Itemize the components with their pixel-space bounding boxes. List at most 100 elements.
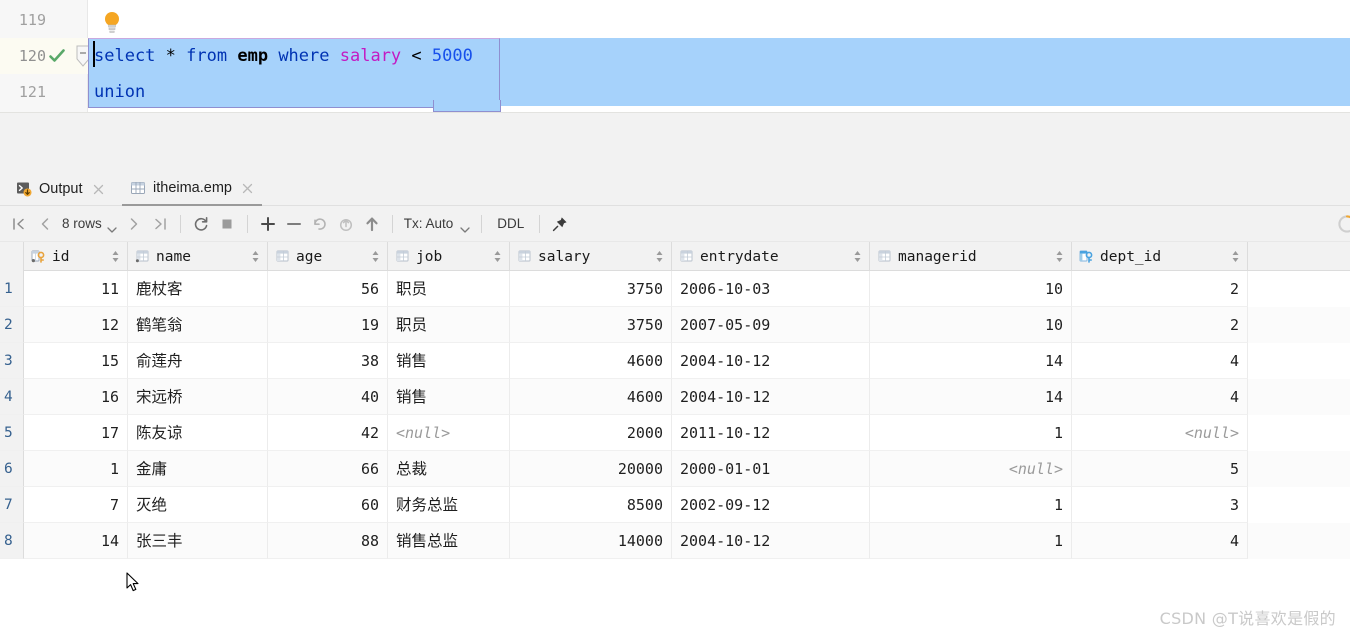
cell-age[interactable]: 56 (268, 271, 388, 307)
cell-name[interactable]: 金庸 (128, 451, 268, 487)
cell-managerid[interactable]: 10 (870, 271, 1072, 307)
cell-id[interactable]: 15 (24, 343, 128, 379)
cell-salary[interactable]: 3750 (510, 271, 672, 307)
grid-header-id[interactable]: id (24, 242, 128, 271)
table-row[interactable]: 1 11 鹿杖客 56 职员 3750 2006-10-03 10 2 (0, 271, 1350, 307)
grid-header-job[interactable]: job (388, 242, 510, 271)
cell-id[interactable]: 12 (24, 307, 128, 343)
cell-dept_id[interactable]: 5 (1072, 451, 1248, 487)
cell-managerid[interactable]: 14 (870, 343, 1072, 379)
sort-toggle-icon[interactable] (251, 250, 260, 263)
go-to-last-page-icon[interactable] (147, 211, 173, 237)
tab-itheima-emp[interactable]: itheima.emp (122, 172, 262, 206)
cell-age[interactable]: 60 (268, 487, 388, 523)
grid-header-salary[interactable]: salary (510, 242, 672, 271)
reload-icon[interactable] (188, 211, 214, 237)
tab-output[interactable]: Output (8, 172, 113, 206)
cell-job[interactable]: 销售 (388, 379, 510, 415)
cell-salary[interactable]: 14000 (510, 523, 672, 559)
cell-salary[interactable]: 2000 (510, 415, 672, 451)
cell-entrydate[interactable]: 2007-05-09 (672, 307, 870, 343)
sort-toggle-icon[interactable] (655, 250, 664, 263)
cell-managerid[interactable]: 10 (870, 307, 1072, 343)
lightbulb-icon[interactable] (102, 10, 122, 34)
sort-toggle-icon[interactable] (371, 250, 380, 263)
cell-entrydate[interactable]: 2011-10-12 (672, 415, 870, 451)
cell-entrydate[interactable]: 2004-10-12 (672, 523, 870, 559)
cell-name[interactable]: 灭绝 (128, 487, 268, 523)
grid-header-age[interactable]: age (268, 242, 388, 271)
cell-age[interactable]: 19 (268, 307, 388, 343)
cell-salary[interactable]: 4600 (510, 379, 672, 415)
cell-job[interactable]: 销售总监 (388, 523, 510, 559)
cell-dept_id[interactable]: 4 (1072, 523, 1248, 559)
cell-id[interactable]: 17 (24, 415, 128, 451)
table-row[interactable]: 4 16 宋远桥 40 销售 4600 2004-10-12 14 4 (0, 379, 1350, 415)
cell-age[interactable]: 38 (268, 343, 388, 379)
table-row[interactable]: 3 15 俞莲舟 38 销售 4600 2004-10-12 14 4 (0, 343, 1350, 379)
grid-header-entrydate[interactable]: entrydate (672, 242, 870, 271)
sort-toggle-icon[interactable] (853, 250, 862, 263)
cell-job[interactable]: 职员 (388, 307, 510, 343)
cell-id[interactable]: 16 (24, 379, 128, 415)
delete-row-icon[interactable] (281, 211, 307, 237)
cell-entrydate[interactable]: 2002-09-12 (672, 487, 870, 523)
row-count-selector[interactable]: 8 rows (58, 216, 121, 233)
transaction-mode-selector[interactable]: Tx: Auto (400, 216, 475, 233)
cell-dept_id[interactable]: 4 (1072, 379, 1248, 415)
cell-salary[interactable]: 8500 (510, 487, 672, 523)
submit-icon[interactable] (359, 211, 385, 237)
cell-name[interactable]: 鹿杖客 (128, 271, 268, 307)
cell-id[interactable]: 11 (24, 271, 128, 307)
go-to-first-page-icon[interactable] (6, 211, 32, 237)
code-line-121[interactable]: union (94, 74, 145, 110)
close-icon[interactable] (241, 182, 254, 195)
add-row-icon[interactable] (255, 211, 281, 237)
cell-job[interactable]: <null> (388, 415, 510, 451)
cell-name[interactable]: 宋远桥 (128, 379, 268, 415)
cell-entrydate[interactable]: 2004-10-12 (672, 343, 870, 379)
table-row[interactable]: 6 1 金庸 66 总裁 20000 2000-01-01 <null> 5 (0, 451, 1350, 487)
table-row[interactable]: 8 14 张三丰 88 销售总监 14000 2004-10-12 1 4 (0, 523, 1350, 559)
stop-icon[interactable] (214, 211, 240, 237)
cell-managerid[interactable]: 1 (870, 523, 1072, 559)
editor-code-area[interactable]: select * from emp where salary < 5000 un… (88, 0, 1350, 112)
cell-dept_id[interactable]: 4 (1072, 343, 1248, 379)
code-line-120[interactable]: select * from emp where salary < 5000 (94, 38, 473, 74)
cell-entrydate[interactable]: 2006-10-03 (672, 271, 870, 307)
sort-toggle-icon[interactable] (493, 250, 502, 263)
table-row[interactable]: 7 7 灭绝 60 财务总监 8500 2002-09-12 1 3 (0, 487, 1350, 523)
grid-header-dept-id[interactable]: dept_id (1072, 242, 1248, 271)
cell-dept_id[interactable]: 2 (1072, 307, 1248, 343)
sort-toggle-icon[interactable] (111, 250, 120, 263)
cell-age[interactable]: 88 (268, 523, 388, 559)
grid-header-name[interactable]: name (128, 242, 268, 271)
table-row[interactable]: 2 12 鹤笔翁 19 职员 3750 2007-05-09 10 2 (0, 307, 1350, 343)
sort-toggle-icon[interactable] (1055, 250, 1064, 263)
cell-salary[interactable]: 20000 (510, 451, 672, 487)
cell-age[interactable]: 40 (268, 379, 388, 415)
go-to-next-page-icon[interactable] (121, 211, 147, 237)
sort-toggle-icon[interactable] (1231, 250, 1240, 263)
grid-header-managerid[interactable]: managerid (870, 242, 1072, 271)
cell-entrydate[interactable]: 2000-01-01 (672, 451, 870, 487)
result-grid[interactable]: id name age job salary entrydate manager… (0, 242, 1350, 637)
table-row[interactable]: 5 17 陈友谅 42 <null> 2000 2011-10-12 1 <null> (0, 415, 1350, 451)
cell-salary[interactable]: 4600 (510, 343, 672, 379)
cell-job[interactable]: 总裁 (388, 451, 510, 487)
go-to-previous-page-icon[interactable] (32, 211, 58, 237)
cell-name[interactable]: 俞莲舟 (128, 343, 268, 379)
cell-managerid[interactable]: <null> (870, 451, 1072, 487)
cell-managerid[interactable]: 14 (870, 379, 1072, 415)
grid-rows[interactable]: 1 11 鹿杖客 56 职员 3750 2006-10-03 10 2 2 12 鹤笔翁 19 职员 375… (0, 271, 1350, 559)
cell-job[interactable]: 职员 (388, 271, 510, 307)
cell-age[interactable]: 42 (268, 415, 388, 451)
green-check-icon[interactable] (48, 47, 66, 65)
cell-salary[interactable]: 3750 (510, 307, 672, 343)
cell-id[interactable]: 14 (24, 523, 128, 559)
cell-dept_id[interactable]: 3 (1072, 487, 1248, 523)
sql-editor[interactable]: 119 120 121 select * from emp where sala… (0, 0, 1350, 112)
ddl-button[interactable]: DDL (489, 216, 532, 231)
cell-id[interactable]: 7 (24, 487, 128, 523)
cell-entrydate[interactable]: 2004-10-12 (672, 379, 870, 415)
